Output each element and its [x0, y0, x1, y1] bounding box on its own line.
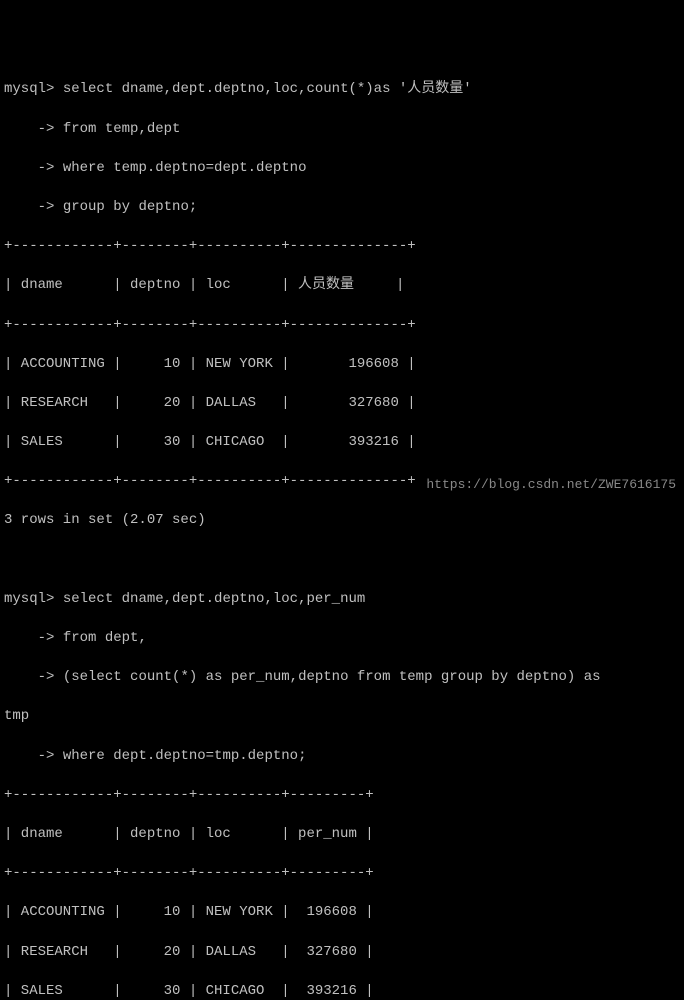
table1-row: | RESEARCH | 20 | DALLAS | 327680 | [4, 394, 680, 414]
query1-line4: -> group by deptno; [4, 198, 680, 218]
table2-border-top: +------------+--------+----------+------… [4, 786, 680, 806]
table2-row: | SALES | 30 | CHICAGO | 393216 | [4, 982, 680, 1000]
query2-line1: mysql> select dname,dept.deptno,loc,per_… [4, 590, 680, 610]
watermark: https://blog.csdn.net/ZWE7616175 [426, 476, 676, 494]
query1-line3: -> where temp.deptno=dept.deptno [4, 159, 680, 179]
query1-line1: mysql> select dname,dept.deptno,loc,coun… [4, 80, 680, 100]
query2-line3: -> (select count(*) as per_num,deptno fr… [4, 668, 680, 688]
table1-border-mid: +------------+--------+----------+------… [4, 316, 680, 336]
table2-border-mid: +------------+--------+----------+------… [4, 864, 680, 884]
table2-header: | dname | deptno | loc | per_num | [4, 825, 680, 845]
table1-row: | SALES | 30 | CHICAGO | 393216 | [4, 433, 680, 453]
table2-row: | ACCOUNTING | 10 | NEW YORK | 196608 | [4, 903, 680, 923]
table1-status: 3 rows in set (2.07 sec) [4, 511, 680, 531]
table1-row: | ACCOUNTING | 10 | NEW YORK | 196608 | [4, 355, 680, 375]
query2-line4: -> where dept.deptno=tmp.deptno; [4, 747, 680, 767]
query1-line2: -> from temp,dept [4, 120, 680, 140]
query2-wrap: tmp [4, 707, 680, 727]
blank-line [4, 551, 680, 571]
table1-header: | dname | deptno | loc | 人员数量 | [4, 276, 680, 296]
query2-line2: -> from dept, [4, 629, 680, 649]
table2-row: | RESEARCH | 20 | DALLAS | 327680 | [4, 943, 680, 963]
table1-border-top: +------------+--------+----------+------… [4, 237, 680, 257]
